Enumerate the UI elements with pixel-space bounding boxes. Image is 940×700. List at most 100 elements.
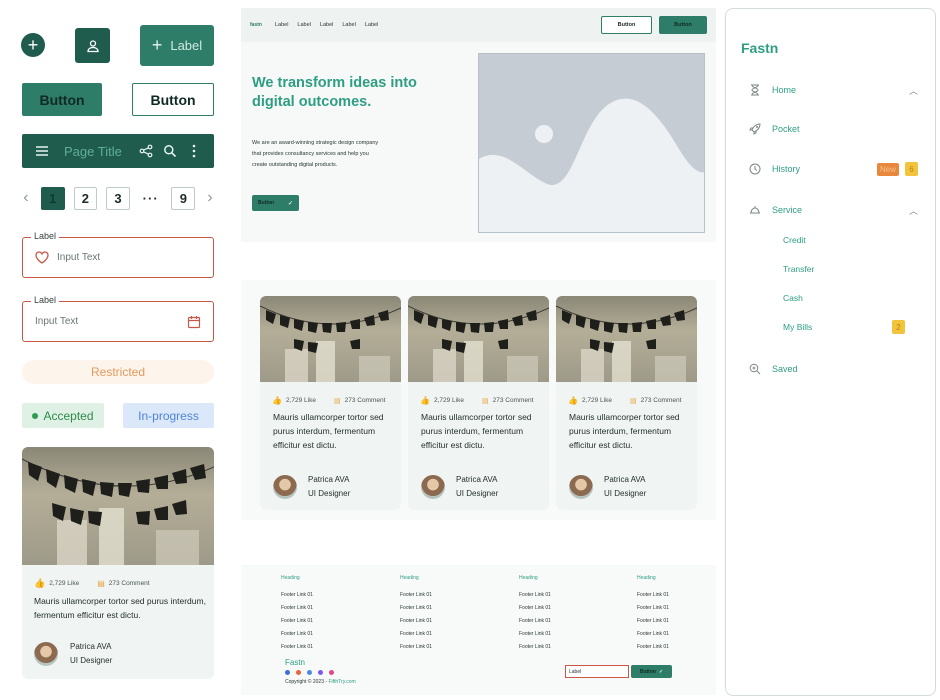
thumbs-up-icon[interactable]: 👍: [568, 396, 578, 405]
footer-link[interactable]: Footer Link 01: [400, 628, 460, 641]
add-fab-button[interactable]: +: [21, 33, 45, 57]
page-9[interactable]: 9: [171, 186, 196, 210]
nav-link[interactable]: Label: [297, 22, 310, 28]
author-role: UI Designer: [308, 489, 351, 498]
nav-outline-button[interactable]: Button: [601, 16, 652, 34]
card-author: Patrica AVA UI Designer: [34, 640, 112, 668]
footer-brand[interactable]: Fastn: [285, 658, 305, 667]
blog-card[interactable]: 👍 2,729 Like ▤ 273 Comment Mauris ullamc…: [22, 447, 214, 679]
nav-link[interactable]: Label: [320, 22, 333, 28]
author-role: UI Designer: [70, 656, 113, 665]
page-2[interactable]: 2: [73, 186, 98, 210]
sidebar-item-label: Pocket: [772, 124, 800, 134]
share-icon[interactable]: [134, 144, 158, 158]
comment-count: 273 Comment: [640, 397, 682, 404]
sidebar-item-history[interactable]: History New 6: [748, 160, 918, 178]
footer-column: Heading Footer Link 01 Footer Link 01 Fo…: [637, 575, 697, 654]
chevron-up-icon[interactable]: ︿: [909, 204, 918, 217]
sidebar-subitem-credit[interactable]: Credit: [783, 235, 806, 245]
footer-link[interactable]: Footer Link 01: [281, 628, 341, 641]
nav-link[interactable]: Label: [342, 22, 355, 28]
page-1[interactable]: 1: [40, 186, 65, 210]
comment-icon[interactable]: ▤: [97, 579, 105, 588]
user-icon-button[interactable]: [75, 28, 110, 63]
dribbble-icon[interactable]: [329, 670, 334, 675]
sidebar-item-pocket[interactable]: Pocket: [748, 120, 918, 138]
footer-column: Heading Footer Link 01 Footer Link 01 Fo…: [281, 575, 341, 654]
calendar-icon[interactable]: [187, 315, 201, 329]
thumbs-up-icon[interactable]: 👍: [420, 396, 430, 405]
check-icon: ✓: [658, 668, 664, 675]
user-icon: [86, 39, 99, 52]
footer-link[interactable]: Footer Link 01: [281, 589, 341, 602]
footer-link[interactable]: Footer Link 01: [637, 589, 697, 602]
footer-link[interactable]: Footer Link 01: [400, 589, 460, 602]
sidebar-item-home[interactable]: Home ︿: [748, 81, 918, 99]
check-icon: ✓: [287, 200, 293, 207]
copyright-link[interactable]: FifthTry.com: [328, 679, 355, 685]
footer-link[interactable]: Footer Link 01: [637, 602, 697, 615]
footer-link[interactable]: Footer Link 01: [281, 602, 341, 615]
footer-heading: Heading: [637, 575, 656, 581]
input-field-heart[interactable]: Label Input Text: [22, 231, 214, 278]
author-info: Patrica AVA UI Designer: [70, 640, 112, 668]
sidebar-subitem-cash[interactable]: Cash: [783, 293, 803, 303]
comment-icon[interactable]: ▤: [334, 397, 341, 405]
facebook-icon[interactable]: [285, 670, 290, 675]
footer-button[interactable]: Button ✓: [631, 665, 672, 678]
hero-cta-button[interactable]: Button ✓: [252, 195, 299, 211]
page-3[interactable]: 3: [106, 186, 130, 210]
blog-card[interactable]: 👍 2,729 Like ▤ 273 Comment Mauris ullamc…: [556, 296, 697, 510]
chevron-left-icon[interactable]: ‹: [20, 189, 32, 207]
more-vertical-icon[interactable]: [182, 144, 206, 158]
footer-link[interactable]: Footer Link 01: [281, 641, 341, 654]
figma-icon[interactable]: [296, 670, 301, 675]
footer-link[interactable]: Footer Link 01: [637, 615, 697, 628]
footer-link[interactable]: Footer Link 01: [519, 615, 579, 628]
blog-card[interactable]: 👍 2,729 Like ▤ 273 Comment Mauris ullamc…: [408, 296, 549, 510]
footer-link[interactable]: Footer Link 01: [519, 641, 579, 654]
footer-link[interactable]: Footer Link 01: [519, 589, 579, 602]
input-field-date[interactable]: Label Input Text: [22, 295, 214, 342]
footer-link[interactable]: Footer Link 01: [519, 602, 579, 615]
messenger-icon[interactable]: [318, 670, 323, 675]
footer-link[interactable]: Footer Link 01: [281, 615, 341, 628]
sidebar-item-service[interactable]: Service ︿: [748, 201, 918, 219]
thumbs-up-icon[interactable]: 👍: [272, 396, 282, 405]
footer-link[interactable]: Footer Link 01: [400, 602, 460, 615]
plus-icon: +: [27, 35, 39, 55]
menu-icon[interactable]: [30, 145, 54, 157]
outlined-button[interactable]: Button: [132, 83, 214, 116]
footer-input[interactable]: Label: [565, 665, 629, 678]
like-count: 2,729 Like: [49, 580, 80, 587]
author-name: Patrica AVA: [70, 642, 112, 651]
sidebar-subitem-transfer[interactable]: Transfer: [783, 264, 814, 274]
sidebar-item-saved[interactable]: Saved: [748, 360, 918, 378]
card-text: Mauris ullamcorper tortor sed purus inte…: [421, 412, 532, 450]
nav-link[interactable]: Label: [365, 22, 378, 28]
add-label-button[interactable]: + Label: [140, 25, 214, 66]
nav-fill-button[interactable]: Button: [659, 16, 707, 34]
sidebar-title: Fastn: [741, 40, 779, 56]
filled-button[interactable]: Button: [22, 83, 102, 116]
footer-link[interactable]: Footer Link 01: [637, 628, 697, 641]
brand-logo[interactable]: fastn: [250, 22, 262, 28]
sidebar-subitem-my-bills[interactable]: My Bills 2: [783, 320, 905, 334]
thumbs-up-icon[interactable]: 👍: [34, 578, 45, 589]
sidebar-item-label: Service: [772, 205, 803, 215]
comment-icon[interactable]: ▤: [482, 397, 489, 405]
google-icon[interactable]: [307, 670, 312, 675]
footer-link[interactable]: Footer Link 01: [400, 615, 460, 628]
chevron-right-icon[interactable]: ›: [204, 189, 216, 207]
blog-card[interactable]: 👍 2,729 Like ▤ 273 Comment Mauris ullamc…: [260, 296, 401, 510]
footer-link[interactable]: Footer Link 01: [637, 641, 697, 654]
chevron-up-icon[interactable]: ︿: [909, 84, 918, 97]
mountain-image-icon: [479, 98, 704, 232]
search-icon[interactable]: [158, 144, 182, 158]
footer-link[interactable]: Footer Link 01: [519, 628, 579, 641]
social-icons: [285, 670, 334, 675]
zoom-icon: [748, 363, 762, 375]
nav-link[interactable]: Label: [275, 22, 288, 28]
comment-icon[interactable]: ▤: [630, 397, 637, 405]
footer-link[interactable]: Footer Link 01: [400, 641, 460, 654]
